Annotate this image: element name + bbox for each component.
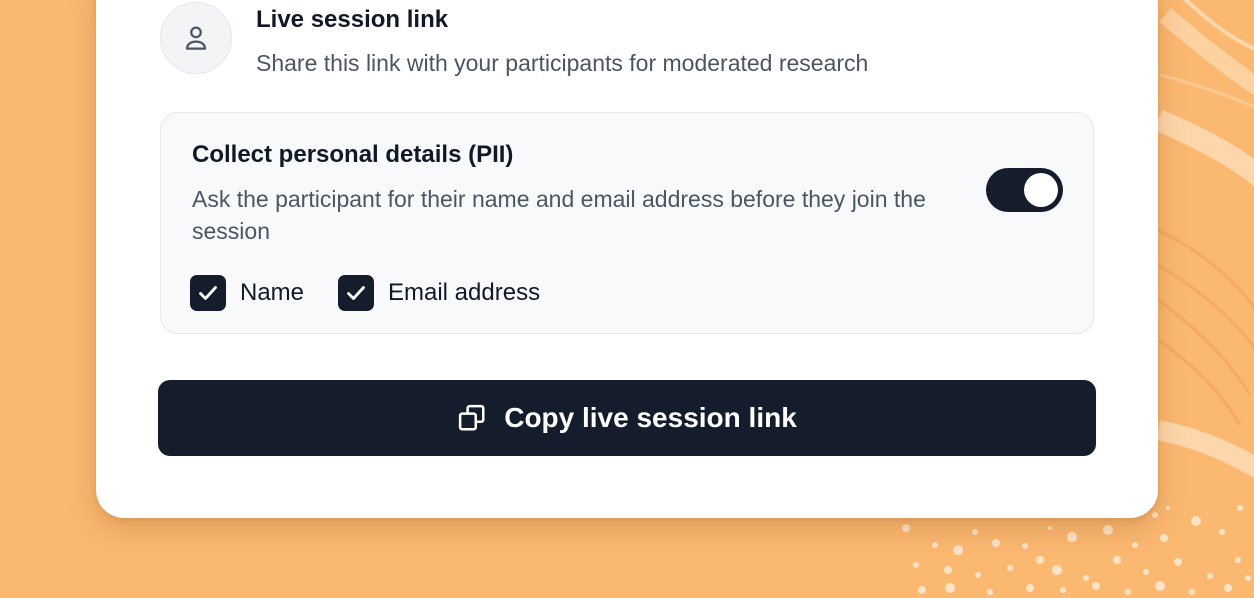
copy-live-session-link-button[interactable]: Copy live session link xyxy=(158,380,1096,456)
pii-title: Collect personal details (PII) xyxy=(192,141,514,168)
email-checkbox-option[interactable]: Email address xyxy=(338,275,540,311)
copy-button-label: Copy live session link xyxy=(504,402,797,433)
email-checkbox-label: Email address xyxy=(388,279,541,306)
pii-settings-panel: Collect personal details (PII) Ask the p… xyxy=(160,112,1094,334)
checkmark-icon xyxy=(199,286,217,300)
live-session-link-description: Share this link with your participants f… xyxy=(256,50,869,76)
live-session-link-title: Live session link xyxy=(256,6,449,33)
pii-description: Ask the participant for their name and e… xyxy=(192,186,926,244)
name-checkbox-option[interactable]: Name xyxy=(190,275,304,311)
name-checkbox[interactable] xyxy=(190,275,226,311)
pii-toggle[interactable] xyxy=(986,168,1063,212)
toggle-knob xyxy=(1024,173,1058,207)
name-checkbox-label: Name xyxy=(240,279,305,306)
checkmark-icon xyxy=(347,286,365,300)
live-session-card: Live session link Share this link with y… xyxy=(96,0,1158,518)
copy-icon xyxy=(457,403,487,433)
user-icon xyxy=(160,2,232,74)
email-checkbox[interactable] xyxy=(338,275,374,311)
